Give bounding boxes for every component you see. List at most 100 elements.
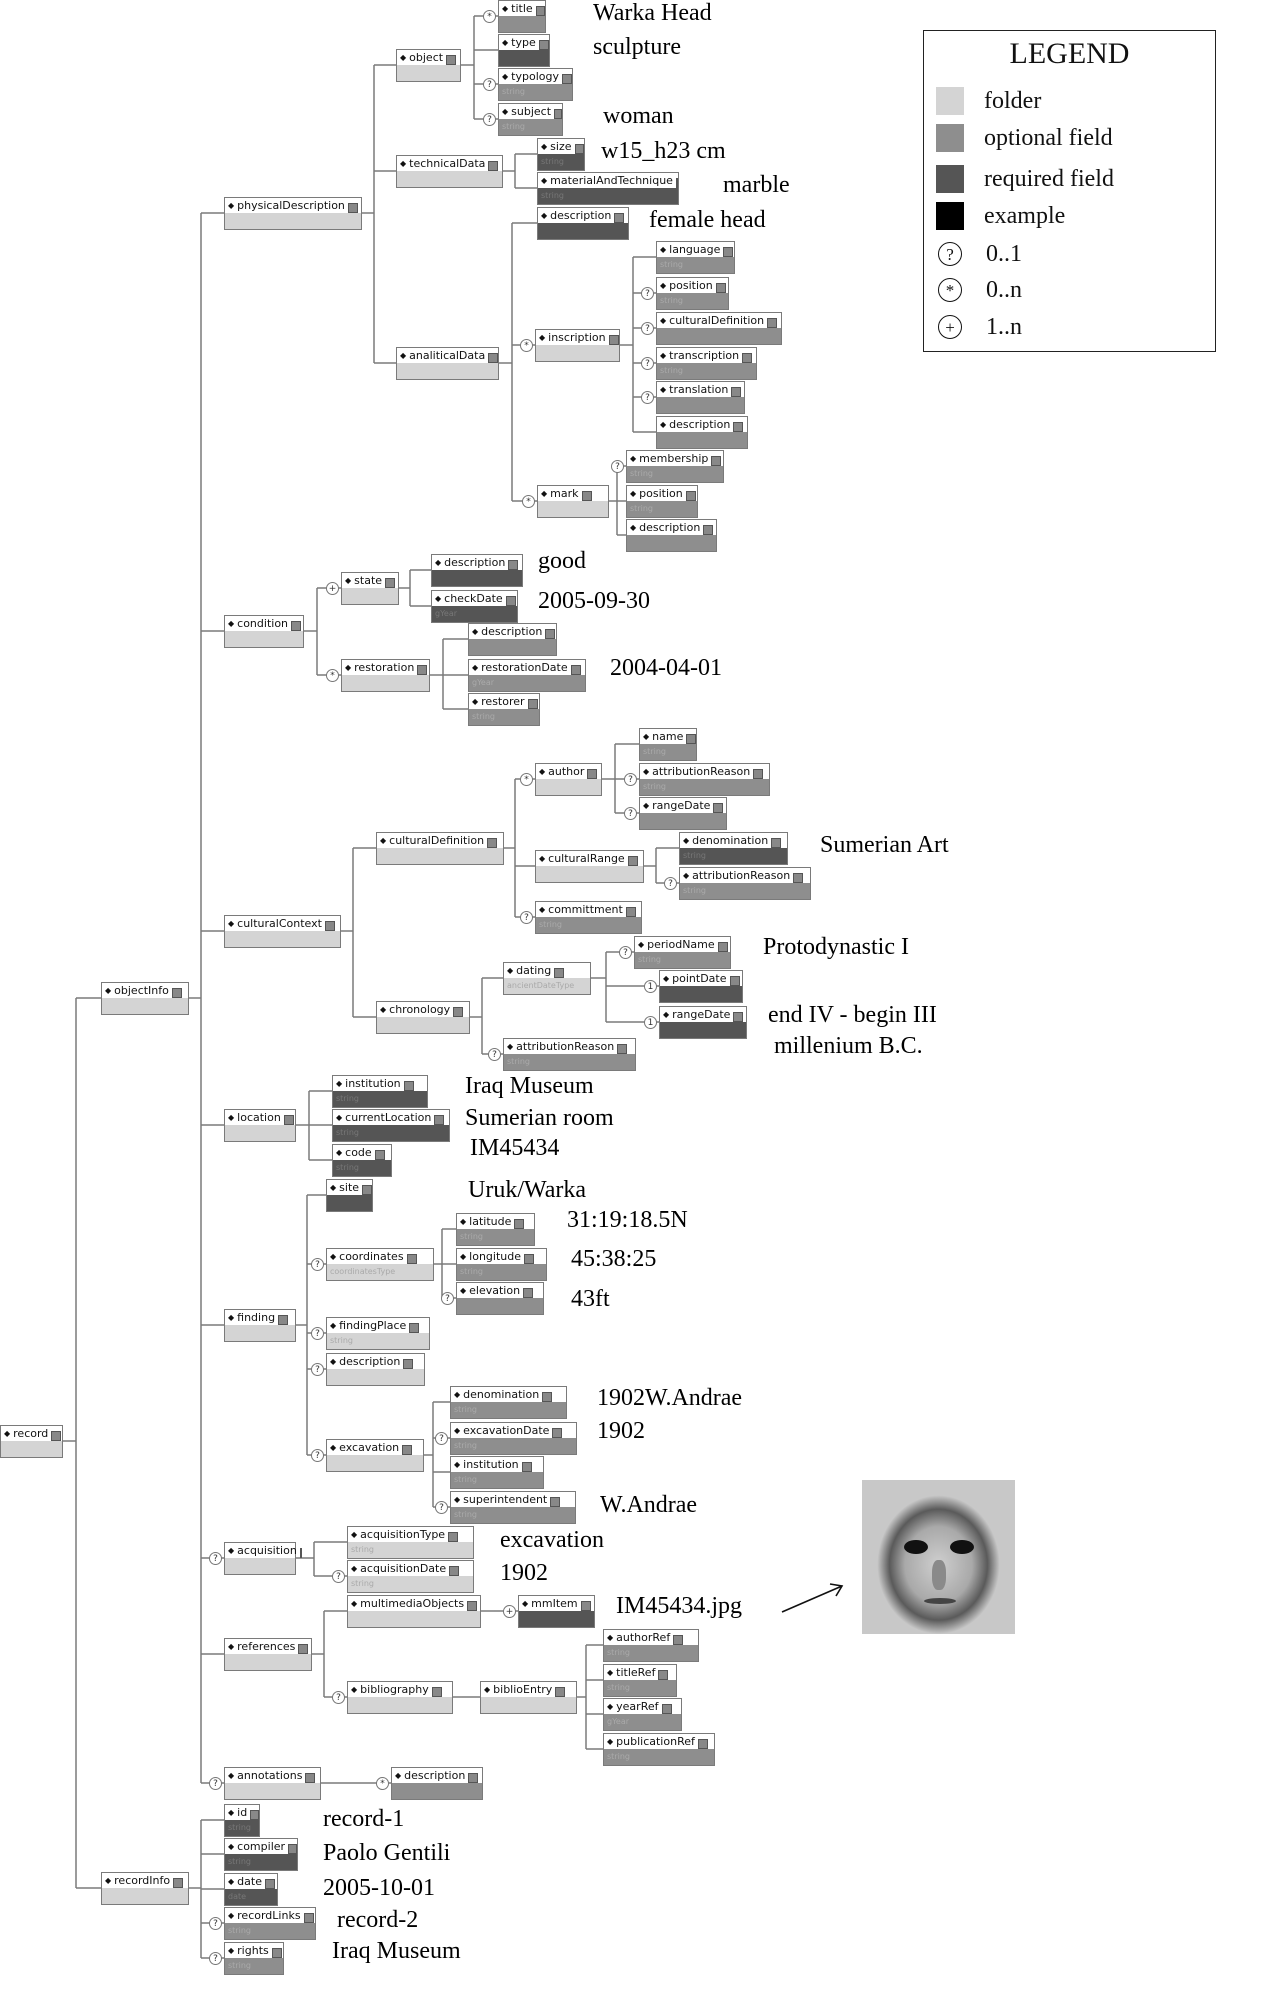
expand-icon[interactable]: [299, 1547, 302, 1558]
node-name[interactable]: ◆ name string: [639, 728, 697, 761]
expand-icon[interactable]: [627, 855, 638, 866]
expand-icon[interactable]: [542, 1391, 553, 1402]
expand-icon[interactable]: [574, 143, 584, 154]
expand-icon[interactable]: [658, 1669, 669, 1680]
node-exc_denomination[interactable]: ◆ denomination string: [450, 1386, 567, 1419]
node-yearRef[interactable]: ◆ yearRef gYear: [603, 1698, 682, 1731]
expand-icon[interactable]: [580, 1600, 591, 1611]
expand-icon[interactable]: [406, 1253, 417, 1264]
expand-icon[interactable]: [288, 1843, 297, 1854]
node-chron_attributionReason[interactable]: ◆ attributionReason string: [503, 1038, 636, 1071]
node-periodName[interactable]: ◆ periodName string: [634, 936, 731, 969]
node-state_description[interactable]: ◆ description: [431, 554, 523, 587]
expand-icon[interactable]: [521, 1461, 532, 1472]
node-mmItem[interactable]: ◆ mmItem: [518, 1595, 595, 1628]
node-translation[interactable]: ◆ translation: [656, 381, 745, 414]
expand-icon[interactable]: [173, 1877, 184, 1888]
node-typology[interactable]: ◆ typology string: [498, 68, 573, 101]
expand-icon[interactable]: [715, 282, 726, 293]
node-mark[interactable]: ◆ mark: [537, 485, 609, 518]
node-cr_attributionReason[interactable]: ◆ attributionReason string: [679, 867, 811, 900]
node-titleRef[interactable]: ◆ titleRef string: [603, 1664, 677, 1697]
expand-icon[interactable]: [552, 1427, 563, 1438]
expand-icon[interactable]: [487, 837, 498, 848]
expand-icon[interactable]: [403, 1358, 414, 1369]
node-technicalData[interactable]: ◆ technicalData: [396, 155, 503, 188]
expand-icon[interactable]: [570, 664, 581, 675]
expand-icon[interactable]: [374, 1149, 385, 1160]
node-superintendent[interactable]: ◆ superintendent string: [450, 1491, 576, 1524]
node-culturalRange[interactable]: ◆ culturalRange: [535, 850, 644, 883]
node-ad_description[interactable]: ◆ description: [537, 207, 629, 240]
expand-icon[interactable]: [362, 1184, 372, 1195]
node-site[interactable]: ◆ site: [326, 1179, 373, 1212]
node-transcription[interactable]: ◆ transcription string: [656, 347, 757, 380]
node-dating[interactable]: ◆ dating ancientDateType: [503, 962, 591, 995]
node-object[interactable]: ◆ object: [396, 49, 461, 82]
node-acquisition[interactable]: ◆ acquisition: [224, 1542, 302, 1575]
expand-icon[interactable]: [505, 595, 516, 606]
expand-icon[interactable]: [453, 1006, 464, 1017]
expand-icon[interactable]: [271, 1947, 282, 1958]
node-longitude[interactable]: ◆ longitude string: [456, 1248, 547, 1281]
node-state[interactable]: ◆ state: [341, 572, 399, 605]
node-bibliography[interactable]: ◆ bibliography: [347, 1681, 453, 1714]
node-biblioEntry[interactable]: ◆ biblioEntry: [480, 1681, 577, 1714]
node-date[interactable]: ◆ date date: [224, 1873, 278, 1906]
expand-icon[interactable]: [733, 421, 744, 432]
node-ann_description[interactable]: ◆ description: [391, 1767, 483, 1800]
expand-icon[interactable]: [625, 906, 636, 917]
expand-icon[interactable]: [711, 455, 722, 466]
expand-icon[interactable]: [661, 1703, 672, 1714]
expand-icon[interactable]: [524, 1253, 534, 1264]
node-title[interactable]: ◆ title: [498, 0, 546, 33]
expand-icon[interactable]: [767, 317, 778, 328]
expand-icon[interactable]: [467, 1600, 478, 1611]
node-elevation[interactable]: ◆ elevation: [456, 1282, 544, 1315]
node-record[interactable]: ◆ record: [0, 1425, 63, 1458]
expand-icon[interactable]: [771, 837, 782, 848]
expand-icon[interactable]: [673, 1634, 684, 1645]
expand-icon[interactable]: [686, 733, 696, 744]
node-cr_denomination[interactable]: ◆ denomination string: [679, 832, 788, 865]
expand-icon[interactable]: [554, 967, 565, 978]
node-pointDate[interactable]: ◆ pointDate: [659, 970, 743, 1003]
node-rights[interactable]: ◆ rights string: [224, 1942, 284, 1975]
node-publicationRef[interactable]: ◆ publicationRef string: [603, 1733, 715, 1766]
expand-icon[interactable]: [468, 1772, 479, 1783]
node-acquisitionType[interactable]: ◆ acquisitionType string: [347, 1526, 474, 1559]
node-materialAndTechnique[interactable]: ◆ materialAndTechnique string: [537, 172, 679, 205]
expand-icon[interactable]: [675, 177, 678, 188]
expand-icon[interactable]: [717, 941, 728, 952]
node-references[interactable]: ◆ references: [224, 1638, 312, 1671]
node-ins_description[interactable]: ◆ description: [656, 416, 748, 449]
node-authorRef[interactable]: ◆ authorRef string: [603, 1629, 699, 1662]
node-subject[interactable]: ◆ subject string: [498, 103, 563, 136]
expand-icon[interactable]: [409, 1322, 420, 1333]
node-analiticalData[interactable]: ◆ analiticalData: [396, 347, 499, 380]
node-rest_description[interactable]: ◆ description: [468, 623, 557, 656]
expand-icon[interactable]: [171, 987, 182, 998]
node-checkDate[interactable]: ◆ checkDate gYear: [431, 590, 518, 623]
expand-icon[interactable]: [555, 1686, 566, 1697]
node-inscription[interactable]: ◆ inscription: [535, 329, 620, 362]
expand-icon[interactable]: [587, 768, 598, 779]
expand-icon[interactable]: [561, 73, 572, 84]
node-mark_description[interactable]: ◆ description: [626, 519, 717, 552]
node-mark_position[interactable]: ◆ position string: [626, 485, 698, 518]
node-excavation[interactable]: ◆ excavation: [326, 1439, 424, 1472]
node-location[interactable]: ◆ location: [224, 1109, 296, 1142]
expand-icon[interactable]: [550, 1496, 561, 1507]
expand-icon[interactable]: [514, 1218, 525, 1229]
expand-icon[interactable]: [305, 1772, 316, 1783]
expand-icon[interactable]: [554, 108, 562, 119]
node-culturalContext[interactable]: ◆ culturalContext: [224, 915, 341, 948]
node-physicalDescription[interactable]: ◆ physicalDescription: [224, 197, 362, 230]
node-chronology[interactable]: ◆ chronology: [376, 1001, 470, 1034]
node-excavationDate[interactable]: ◆ excavationDate string: [450, 1422, 577, 1455]
node-language[interactable]: ◆ language string: [656, 241, 735, 274]
node-author_rangeDate[interactable]: ◆ rangeDate: [639, 797, 727, 830]
node-condition[interactable]: ◆ condition: [224, 615, 304, 648]
node-membership[interactable]: ◆ membership string: [626, 450, 724, 483]
node-size[interactable]: ◆ size string: [537, 138, 585, 171]
